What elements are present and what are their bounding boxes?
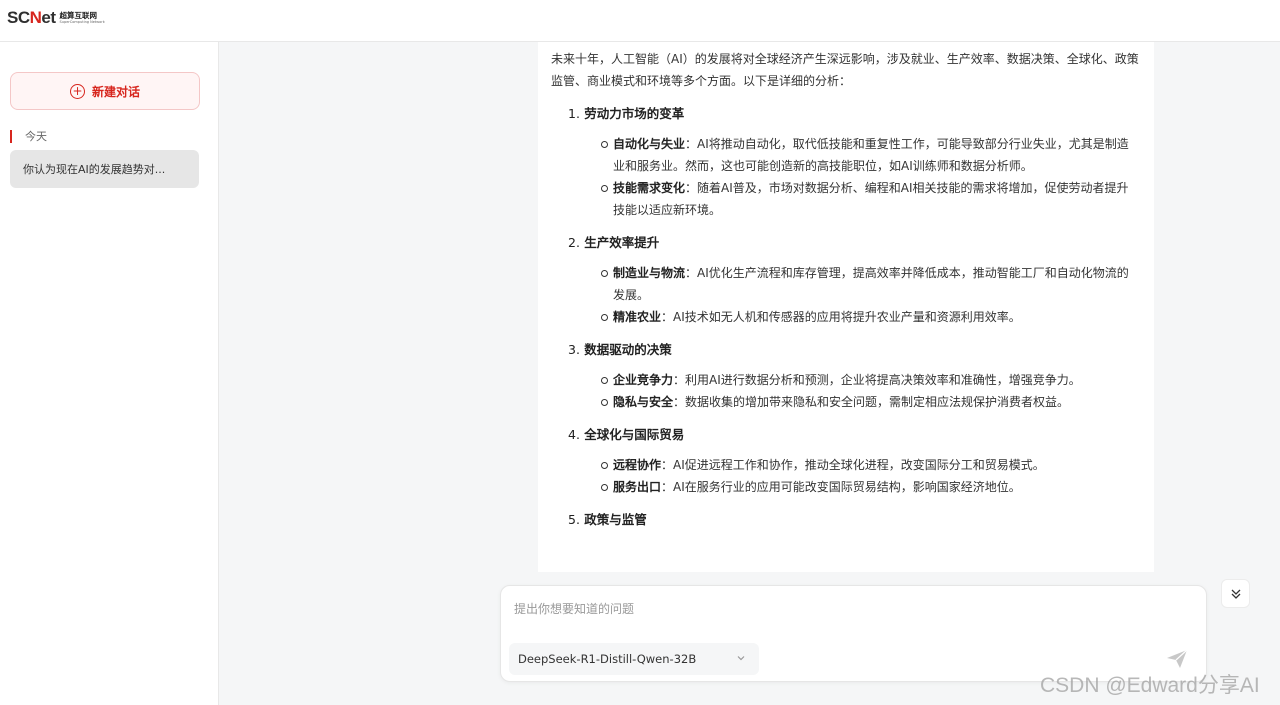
bullet-item: 自动化与失业：AI将推动自动化，取代低技能和重复性工作，可能导致部分行业失业，尤… [601, 133, 1140, 177]
bullet-term: 自动化与失业 [613, 137, 686, 151]
scnet-logo[interactable]: SCNet 超算互联网 SuperComputing Network [7, 8, 105, 28]
bullet-text: ：随着AI普及，市场对数据分析、编程和AI相关技能的需求将增加，促使劳动者提升技… [613, 181, 1129, 217]
composer[interactable]: 提出你想要知道的问题 DeepSeek-R1-Distill-Qwen-32B [500, 585, 1207, 682]
section-title: 政策与监管 [584, 512, 647, 527]
bullet-term: 服务出口 [613, 480, 662, 494]
composer-input[interactable]: 提出你想要知道的问题 [514, 600, 634, 617]
sidebar: + 新建对话 今天 你认为现在AI的发展趋势对... [0, 42, 219, 705]
section-title: 生产效率提升 [584, 235, 660, 250]
message-intro: 未来十年，人工智能（AI）的发展将对全球经济产生深远影响，涉及就业、生产效率、数… [551, 52, 1139, 88]
bullet-term: 技能需求变化 [613, 181, 686, 195]
watermark: CSDN @Edward分享AI [1040, 674, 1260, 697]
section-heading: 2. 生产效率提升 [551, 230, 1140, 256]
section-number: 2. [568, 235, 580, 250]
bullet-item: 服务出口：AI在服务行业的应用可能改变国际贸易结构，影响国家经济地位。 [601, 476, 1140, 498]
bullet-term: 远程协作 [613, 458, 662, 472]
double-chevron-down-icon [1231, 589, 1240, 599]
bullet-item: 技能需求变化：随着AI普及，市场对数据分析、编程和AI相关技能的需求将增加，促使… [601, 177, 1140, 221]
section-title: 全球化与国际贸易 [584, 427, 685, 442]
bullet-term: 隐私与安全 [613, 395, 674, 409]
new-chat-label: 新建对话 [91, 84, 140, 99]
bullet-list: 自动化与失业：AI将推动自动化，取代低技能和重复性工作，可能导致部分行业失业，尤… [551, 133, 1140, 221]
section-number: 1. [568, 106, 580, 121]
history-item[interactable]: 你认为现在AI的发展趋势对... [10, 150, 199, 188]
bullet-text: ：AI在服务行业的应用可能改变国际贸易结构，影响国家经济地位。 [661, 480, 1021, 494]
bullet-text: ：数据收集的增加带来隐私和安全问题，需制定相应法规保护消费者权益。 [673, 395, 1070, 409]
bullet-term: 精准农业 [613, 310, 662, 324]
section-number: 4. [568, 427, 580, 442]
bullet-term: 企业竞争力 [613, 373, 674, 387]
chevron-down-icon [737, 656, 745, 661]
bullet-text: ：AI优化生产流程和库存管理，提高效率并降低成本，推动智能工厂和自动化物流的发展… [613, 266, 1129, 302]
bullet-text: ：AI将推动自动化，取代低技能和重复性工作，可能导致部分行业失业，尤其是制造业和… [613, 137, 1129, 173]
model-select-value: DeepSeek-R1-Distill-Qwen-32B [518, 652, 697, 666]
history-group-label: 今天 [10, 130, 47, 143]
bullet-item: 远程协作：AI促进远程工作和协作，推动全球化进程，改变国际分工和贸易模式。 [601, 454, 1140, 476]
logo-wordmark: SCNet [7, 8, 56, 27]
new-chat-button[interactable]: + 新建对话 [10, 72, 200, 110]
scroll-to-bottom-button[interactable] [1221, 579, 1250, 608]
bullet-item: 精准农业：AI技术如无人机和传感器的应用将提升农业产量和资源利用效率。 [601, 306, 1140, 328]
section-number: 5. [568, 512, 580, 527]
bullet-item: 企业竞争力：利用AI进行数据分析和预测，企业将提高决策效率和准确性，增强竞争力。 [601, 369, 1140, 391]
message-sections: 1. 劳动力市场的变革自动化与失业：AI将推动自动化，取代低技能和重复性工作，可… [551, 101, 1140, 533]
section-heading: 3. 数据驱动的决策 [551, 337, 1140, 363]
section-heading: 4. 全球化与国际贸易 [551, 422, 1140, 448]
assistant-message: 未来十年，人工智能（AI）的发展将对全球经济产生深远影响，涉及就业、生产效率、数… [538, 42, 1154, 572]
section-number: 3. [568, 342, 580, 357]
section-title: 数据驱动的决策 [584, 342, 672, 357]
bullet-text: ：利用AI进行数据分析和预测，企业将提高决策效率和准确性，增强竞争力。 [673, 373, 1081, 387]
bullet-text: ：AI技术如无人机和传感器的应用将提升农业产量和资源利用效率。 [661, 310, 1021, 324]
logo-subtitle: 超算互联网 SuperComputing Network [59, 11, 105, 24]
bullet-list: 制造业与物流：AI优化生产流程和库存管理，提高效率并降低成本，推动智能工厂和自动… [551, 262, 1140, 328]
bullet-list: 企业竞争力：利用AI进行数据分析和预测，企业将提高决策效率和准确性，增强竞争力。… [551, 369, 1140, 413]
top-header: SCNet 超算互联网 SuperComputing Network [0, 0, 1280, 42]
bullet-item: 隐私与安全：数据收集的增加带来隐私和安全问题，需制定相应法规保护消费者权益。 [601, 391, 1140, 413]
bullet-item: 制造业与物流：AI优化生产流程和库存管理，提高效率并降低成本，推动智能工厂和自动… [601, 262, 1140, 306]
section-title: 劳动力市场的变革 [584, 106, 685, 121]
section-heading: 5. 政策与监管 [551, 507, 1140, 533]
bullet-term: 制造业与物流 [613, 266, 686, 280]
send-icon[interactable] [1165, 647, 1189, 671]
plus-circle-icon: + [69, 83, 85, 99]
bullet-text: ：AI促进远程工作和协作，推动全球化进程，改变国际分工和贸易模式。 [661, 458, 1045, 472]
model-select[interactable]: DeepSeek-R1-Distill-Qwen-32B [509, 643, 759, 675]
section-heading: 1. 劳动力市场的变革 [551, 101, 1140, 127]
bullet-list: 远程协作：AI促进远程工作和协作，推动全球化进程，改变国际分工和贸易模式。 服务出… [551, 454, 1140, 498]
